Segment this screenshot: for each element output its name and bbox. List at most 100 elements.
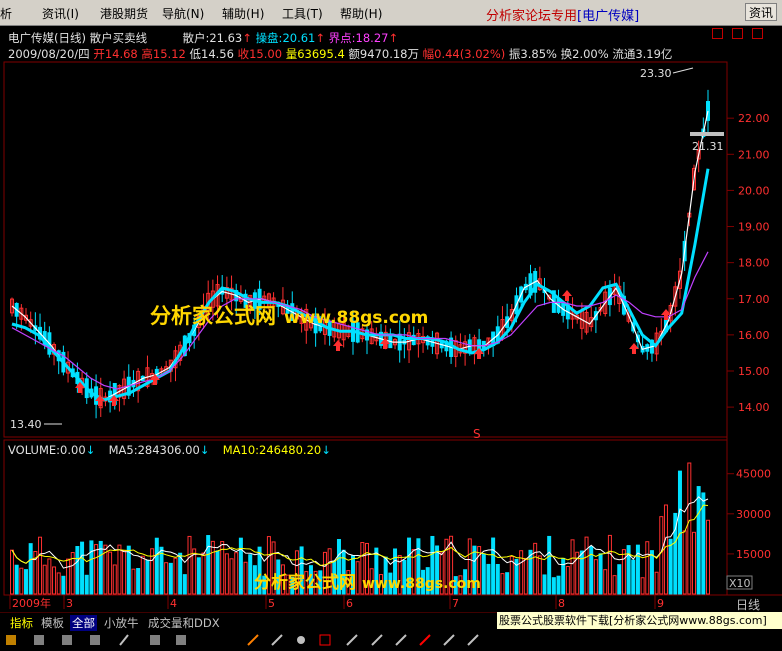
price-tick-label: 14.00 [738,401,770,414]
volume-bar [215,550,220,595]
period-label[interactable]: 日线 [736,596,760,613]
pencil-icon[interactable] [271,634,283,646]
volume-bar [173,557,178,595]
date-tick-label: 3 [66,597,73,610]
date-tick-label: 6 [346,597,353,610]
toolbar-tool-icon[interactable] [6,635,16,645]
volume-bar [94,544,99,595]
date-tick-label: 8 [558,597,565,610]
sell-signal-marker: S [473,427,481,441]
volume-bar [234,552,239,595]
volume-bar [159,546,164,595]
volume-gridlines [727,473,734,555]
down-arrow-icon: ↓ [85,443,96,457]
volume-bar [556,575,561,595]
volume-bar [682,530,687,595]
last-price-bar [690,132,724,136]
volume-bar [126,545,131,595]
volume-bar [136,568,141,595]
price-gridlines [727,117,734,408]
volume-bar [631,559,636,595]
volume-unit: X10 [729,577,751,590]
high-marker-arrow [672,67,694,74]
watermark: 分析家公式网 www.88gs.com [150,304,429,328]
volume-value: 0.00 [60,443,86,457]
price-tick-label: 19.00 [738,221,770,234]
price-tick-label: 17.00 [738,293,770,306]
draw-tool-icon[interactable] [371,634,383,646]
volume-bar [687,462,692,595]
price-tick-label: 20.00 [738,184,770,197]
draw-tool-icon[interactable] [467,634,479,646]
draw-tool-icon[interactable] [395,634,407,646]
volume-bar [61,575,66,595]
candles [10,89,710,419]
toolbar-tool-icon[interactable] [150,635,160,645]
ma5-label: MA5: [108,443,138,457]
low-price-marker: 13.40 [10,418,42,431]
volume-bar [696,486,701,595]
volume-bar [112,564,117,595]
volume-bar [178,552,183,595]
volume-bar [80,541,85,595]
ma-lines [11,110,710,402]
volume-header: VOLUME:0.00↓ MA5:284306.00↓ MA10:246480.… [8,443,331,457]
volume-tick-label: 45000 [736,468,771,481]
tab-indicator[interactable]: 指标 [10,615,33,631]
volume-bar [617,564,622,595]
volume-bar [519,550,524,595]
down-arrow-icon: ↓ [321,443,331,457]
volume-bar [528,549,533,595]
volume-bar [164,562,169,595]
volume-bar [47,558,52,595]
line-tool-icon[interactable] [119,634,129,646]
tab-template[interactable]: 模板 [41,615,64,631]
date-tick-label: 9 [657,597,664,610]
volume-bar [154,537,159,595]
date-axis-labels: 2009年 3 4 5 6 7 8 9 [9,595,664,610]
tab-xiaofangniu[interactable]: 小放牛 [104,615,139,631]
ma10-value: 246480.20 [259,443,322,457]
volume-bar [56,572,61,595]
tab-volume-ddx[interactable]: 成交量和DDX [148,615,220,631]
draw-tool-icon[interactable] [443,634,455,646]
volume-bar [229,558,234,595]
toolbar-tool-icon[interactable] [34,635,44,645]
circle-tool-icon[interactable] [297,636,305,644]
volume-bar [706,519,710,595]
download-banner[interactable]: 股票公式股票软件下载[分析家公式网www.88gs.com] [497,612,782,629]
date-tick-label: 4 [170,597,177,610]
pen-icon[interactable] [247,634,259,646]
rect-tool-icon[interactable] [319,634,331,646]
volume-bar [168,562,173,595]
ma10-label: MA10: [222,443,260,457]
volume-bar [248,554,253,595]
draw-tool-icon[interactable] [346,634,358,646]
volume-bar [691,531,696,595]
volume-bar [607,534,612,595]
volume-bar [486,563,491,595]
toolbar-tool-icon[interactable] [90,635,100,645]
high-price-marker: 23.30 [640,67,672,80]
toolbar-tool-icon[interactable] [176,635,186,645]
date-tick-label: 2009年 [12,596,51,610]
volume-tick-label: 30000 [736,508,771,521]
tab-all[interactable]: 全部 [70,615,97,631]
volume-bar [561,557,566,595]
volume-bar [645,541,650,595]
volume-bar [593,559,598,595]
volume-bar [19,567,24,595]
volume-bar [626,545,631,595]
volume-ma5-line [11,496,709,569]
volume-bar [38,536,43,595]
volume-tick-label: 15000 [736,548,771,561]
volume-bar [523,557,528,595]
volume-bar [491,537,496,595]
draw-tool-icon[interactable] [419,634,431,646]
volume-bar [612,575,617,595]
price-axis-labels: 22.00 21.00 20.00 19.00 18.00 17.00 16.00 15.00… [738,112,770,414]
price-tick-label: 22.00 [738,112,770,125]
toolbar-tool-icon[interactable] [62,635,72,645]
volume-bar [182,574,187,595]
volume-bar [187,535,192,595]
